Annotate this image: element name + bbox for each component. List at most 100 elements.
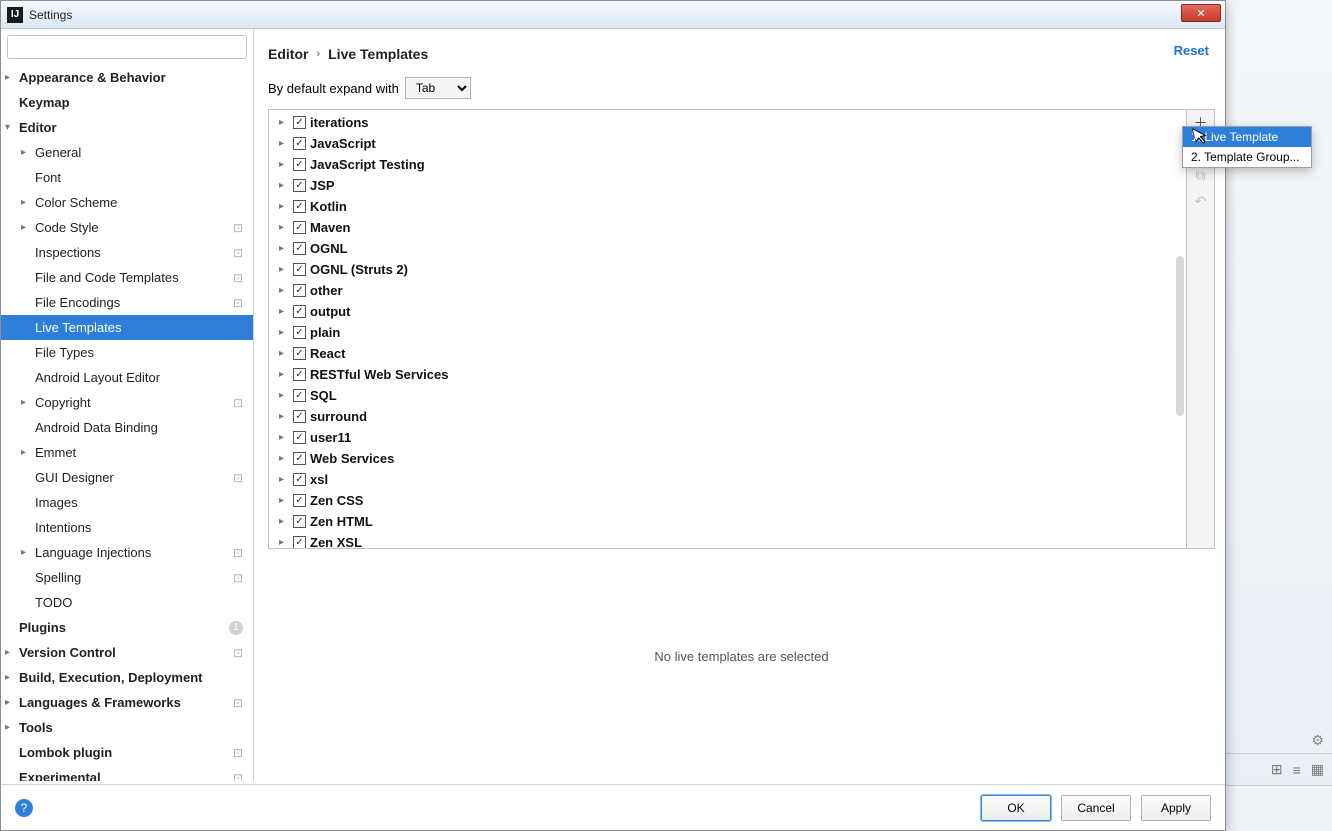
layout-icon[interactable]: ⊞ [1271,761,1283,778]
checkbox[interactable]: ✓ [293,116,306,129]
checkbox[interactable]: ✓ [293,515,306,528]
template-group-jsp[interactable]: ▸✓JSP [269,175,1186,196]
sidebar-item-android-data-binding[interactable]: Android Data Binding [1,415,253,440]
sidebar-item-code-style[interactable]: ▸Code Style⊡ [1,215,253,240]
checkbox[interactable]: ✓ [293,326,306,339]
checkbox[interactable]: ✓ [293,452,306,465]
checkbox[interactable]: ✓ [293,305,306,318]
sidebar-item-copyright[interactable]: ▸Copyright⊡ [1,390,253,415]
sidebar-item-general[interactable]: ▸General [1,140,253,165]
checkbox[interactable]: ✓ [293,389,306,402]
sidebar-item-file-types[interactable]: File Types [1,340,253,365]
checkbox[interactable]: ✓ [293,536,306,549]
template-group-kotlin[interactable]: ▸✓Kotlin [269,196,1186,217]
checkbox[interactable]: ✓ [293,200,306,213]
chevron-right-icon: ▸ [279,285,291,296]
chevron-right-icon: ▸ [21,197,31,208]
sidebar-item-inspections[interactable]: Inspections⊡ [1,240,253,265]
sidebar-item-emmet[interactable]: ▸Emmet [1,440,253,465]
template-group-react[interactable]: ▸✓React [269,343,1186,364]
sidebar-item-label: Tools [19,720,53,735]
template-group-user11[interactable]: ▸✓user11 [269,427,1186,448]
template-group-surround[interactable]: ▸✓surround [269,406,1186,427]
sidebar-item-spelling[interactable]: Spelling⊡ [1,565,253,590]
sidebar-item-language-injections[interactable]: ▸Language Injections⊡ [1,540,253,565]
sidebar-item-android-layout-editor[interactable]: Android Layout Editor [1,365,253,390]
sidebar-item-appearance-behavior[interactable]: ▸Appearance & Behavior [1,65,253,90]
template-group-javascript[interactable]: ▸✓JavaScript [269,133,1186,154]
checkbox[interactable]: ✓ [293,221,306,234]
sidebar-item-keymap[interactable]: Keymap [1,90,253,115]
checkbox[interactable]: ✓ [293,137,306,150]
template-group-output[interactable]: ▸✓output [269,301,1186,322]
checkbox[interactable]: ✓ [293,431,306,444]
checkbox[interactable]: ✓ [293,473,306,486]
sidebar-item-version-control[interactable]: ▸Version Control⊡ [1,640,253,665]
sidebar-item-label: Copyright [35,395,91,410]
chevron-right-icon: ▸ [279,327,291,338]
expand-with-select[interactable]: Tab [405,77,471,99]
sidebar-item-file-encodings[interactable]: File Encodings⊡ [1,290,253,315]
sidebar-item-label: TODO [35,595,72,610]
sidebar-item-label: Build, Execution, Deployment [19,670,202,685]
reset-link[interactable]: Reset [1174,43,1209,58]
checkbox[interactable]: ✓ [293,263,306,276]
chevron-right-icon: ▸ [279,474,291,485]
sidebar-tree[interactable]: ▸Appearance & BehaviorKeymap▾Editor▸Gene… [1,65,253,781]
sidebar-item-experimental[interactable]: Experimental⊡ [1,765,253,781]
checkbox[interactable]: ✓ [293,284,306,297]
template-group-iterations[interactable]: ▸✓iterations [269,112,1186,133]
template-group-restful-web-services[interactable]: ▸✓RESTful Web Services [269,364,1186,385]
sidebar-item-intentions[interactable]: Intentions [1,515,253,540]
scrollbar-thumb[interactable] [1176,256,1184,416]
template-group-sql[interactable]: ▸✓SQL [269,385,1186,406]
template-group-ognl-struts-2-[interactable]: ▸✓OGNL (Struts 2) [269,259,1186,280]
template-group-xsl[interactable]: ▸✓xsl [269,469,1186,490]
close-button[interactable]: ✕ [1181,4,1221,22]
gear-icon[interactable]: ⚙ [1311,732,1324,749]
grid-icon[interactable]: ▦ [1311,761,1324,778]
sidebar-item-editor[interactable]: ▾Editor [1,115,253,140]
breadcrumb-root[interactable]: Editor [268,46,308,62]
project-badge-icon: ⊡ [233,471,243,485]
sidebar-item-color-scheme[interactable]: ▸Color Scheme [1,190,253,215]
sidebar-item-lombok-plugin[interactable]: Lombok plugin⊡ [1,740,253,765]
template-group-maven[interactable]: ▸✓Maven [269,217,1186,238]
template-group-other[interactable]: ▸✓other [269,280,1186,301]
sidebar-item-todo[interactable]: TODO [1,590,253,615]
template-group-web-services[interactable]: ▸✓Web Services [269,448,1186,469]
sidebar-item-gui-designer[interactable]: GUI Designer⊡ [1,465,253,490]
help-button[interactable]: ? [15,799,33,817]
template-group-javascript-testing[interactable]: ▸✓JavaScript Testing [269,154,1186,175]
checkbox[interactable]: ✓ [293,494,306,507]
checkbox[interactable]: ✓ [293,242,306,255]
ok-button[interactable]: OK [981,795,1051,821]
sidebar-item-live-templates[interactable]: Live Templates [1,315,253,340]
cancel-button[interactable]: Cancel [1061,795,1131,821]
sidebar-item-languages-frameworks[interactable]: ▸Languages & Frameworks⊡ [1,690,253,715]
chevron-right-icon: ▸ [279,264,291,275]
template-group-zen-css[interactable]: ▸✓Zen CSS [269,490,1186,511]
sidebar-item-tools[interactable]: ▸Tools [1,715,253,740]
checkbox[interactable]: ✓ [293,158,306,171]
checkbox[interactable]: ✓ [293,347,306,360]
template-group-ognl[interactable]: ▸✓OGNL [269,238,1186,259]
template-group-label: Zen HTML [310,514,373,529]
chevron-right-icon: ▸ [279,201,291,212]
sidebar-item-file-and-code-templates[interactable]: File and Code Templates⊡ [1,265,253,290]
sidebar-item-plugins[interactable]: Plugins1 [1,615,253,640]
sidebar-item-build-execution-deployment[interactable]: ▸Build, Execution, Deployment [1,665,253,690]
template-group-zen-xsl[interactable]: ▸✓Zen XSL [269,532,1186,549]
sidebar-item-font[interactable]: Font [1,165,253,190]
template-group-plain[interactable]: ▸✓plain [269,322,1186,343]
chevron-right-icon: ▸ [279,222,291,233]
template-tree[interactable]: ▸✓iterations▸✓JavaScript▸✓JavaScript Tes… [268,109,1187,549]
checkbox[interactable]: ✓ [293,368,306,381]
search-input[interactable] [7,35,247,59]
checkbox[interactable]: ✓ [293,410,306,423]
apply-button[interactable]: Apply [1141,795,1211,821]
sidebar-item-images[interactable]: Images [1,490,253,515]
list-icon[interactable]: ≡ [1293,762,1301,778]
checkbox[interactable]: ✓ [293,179,306,192]
template-group-zen-html[interactable]: ▸✓Zen HTML [269,511,1186,532]
